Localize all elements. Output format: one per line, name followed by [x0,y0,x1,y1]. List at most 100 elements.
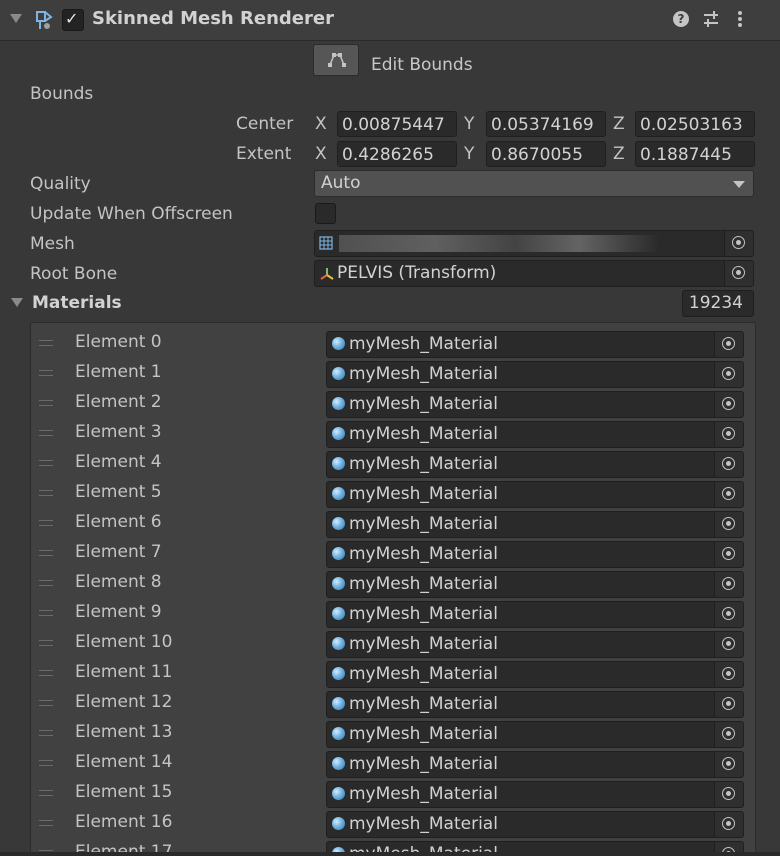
material-field[interactable]: myMesh_Material [326,391,744,418]
material-field[interactable]: myMesh_Material [326,751,744,778]
material-field[interactable]: myMesh_Material [326,361,744,388]
material-picker-button[interactable] [714,482,743,507]
material-picker-button[interactable] [714,542,743,567]
extent-x-field[interactable]: 0.4286265 [337,141,457,167]
context-menu-icon[interactable] [732,9,748,29]
material-element-label: Element 13 [75,722,173,742]
material-element-row[interactable]: Element 0 myMesh_Material [31,327,755,358]
help-icon[interactable]: ? [673,11,689,27]
drag-handle-icon[interactable] [39,520,53,526]
material-picker-button[interactable] [714,452,743,477]
drag-handle-icon[interactable] [39,460,53,466]
component-enabled-checkbox[interactable]: ✓ [62,9,84,31]
material-picker-button[interactable] [714,782,743,807]
drag-handle-icon[interactable] [39,670,53,676]
extent-z-field[interactable]: 0.1887445 [635,141,755,167]
material-picker-button[interactable] [714,632,743,657]
center-x-field[interactable]: 0.00875447 [337,111,457,137]
foldout-arrow-icon[interactable] [10,14,22,23]
inspector-panel: ✓ Skinned Mesh Renderer ? Edit Bounds Bo… [0,0,780,856]
material-field[interactable]: myMesh_Material [326,331,744,358]
material-element-row[interactable]: Element 4 myMesh_Material [31,447,755,478]
material-field[interactable]: myMesh_Material [326,631,744,658]
drag-handle-icon[interactable] [39,820,53,826]
material-element-row[interactable]: Element 6 myMesh_Material [31,507,755,538]
material-element-row[interactable]: Element 12 myMesh_Material [31,687,755,718]
material-picker-button[interactable] [714,752,743,777]
root-bone-field[interactable]: PELVIS (Transform) [314,260,754,287]
material-picker-button[interactable] [714,662,743,687]
material-element-row[interactable]: Element 14 myMesh_Material [31,747,755,778]
drag-handle-icon[interactable] [39,760,53,766]
material-field[interactable]: myMesh_Material [326,541,744,568]
object-picker-icon [722,637,735,650]
materials-foldout-icon[interactable] [11,298,23,307]
material-element-row[interactable]: Element 9 myMesh_Material [31,597,755,628]
drag-handle-icon[interactable] [39,640,53,646]
material-element-row[interactable]: Element 10 myMesh_Material [31,627,755,658]
material-field[interactable]: myMesh_Material [326,511,744,538]
material-icon [332,607,345,620]
bottom-scrollbar[interactable] [0,832,780,856]
drag-handle-icon[interactable] [39,550,53,556]
material-picker-button[interactable] [714,392,743,417]
material-element-label: Element 0 [75,332,162,352]
material-element-row[interactable]: Element 7 myMesh_Material [31,537,755,568]
quality-dropdown[interactable]: Auto [314,170,754,197]
material-field[interactable]: myMesh_Material [326,421,744,448]
material-element-label: Element 7 [75,542,162,562]
root-bone-picker-button[interactable] [724,261,753,286]
material-picker-button[interactable] [714,722,743,747]
material-icon [332,697,345,710]
material-icon [332,457,345,470]
drag-handle-icon[interactable] [39,490,53,496]
material-field[interactable]: myMesh_Material [326,451,744,478]
material-field[interactable]: myMesh_Material [326,721,744,748]
extent-y-axis-label: Y [464,144,475,164]
drag-handle-icon[interactable] [39,700,53,706]
material-picker-button[interactable] [714,422,743,447]
component-header[interactable]: ✓ Skinned Mesh Renderer ? [0,0,780,41]
drag-handle-icon[interactable] [39,430,53,436]
material-field[interactable]: myMesh_Material [326,781,744,808]
material-element-row[interactable]: Element 11 myMesh_Material [31,657,755,688]
material-field[interactable]: myMesh_Material [326,691,744,718]
presets-icon[interactable] [701,9,721,29]
material-element-row[interactable]: Element 1 myMesh_Material [31,357,755,388]
drag-handle-icon[interactable] [39,400,53,406]
drag-handle-icon[interactable] [39,580,53,586]
material-value: myMesh_Material [349,394,498,414]
material-element-row[interactable]: Element 13 myMesh_Material [31,717,755,748]
material-picker-button[interactable] [714,692,743,717]
drag-handle-icon[interactable] [39,790,53,796]
object-picker-icon [722,517,735,530]
drag-handle-icon[interactable] [39,610,53,616]
drag-handle-icon[interactable] [39,730,53,736]
material-field[interactable]: myMesh_Material [326,601,744,628]
update-when-offscreen-label: Update When Offscreen [30,204,233,224]
material-picker-button[interactable] [714,572,743,597]
edit-bounds-button[interactable] [313,44,359,76]
drag-handle-icon[interactable] [39,370,53,376]
material-picker-button[interactable] [714,332,743,357]
material-field[interactable]: myMesh_Material [326,661,744,688]
center-z-field[interactable]: 0.02503163 [635,111,755,137]
material-field[interactable]: myMesh_Material [326,481,744,508]
mesh-picker-button[interactable] [724,231,753,256]
drag-handle-icon[interactable] [39,340,53,346]
update-when-offscreen-checkbox[interactable] [315,203,336,224]
mesh-field[interactable] [314,230,754,257]
material-field[interactable]: myMesh_Material [326,571,744,598]
material-element-row[interactable]: Element 8 myMesh_Material [31,567,755,598]
material-element-row[interactable]: Element 5 myMesh_Material [31,477,755,508]
materials-count-field[interactable]: 19234 [682,290,754,317]
material-element-row[interactable]: Element 3 myMesh_Material [31,417,755,448]
material-picker-button[interactable] [714,362,743,387]
center-y-field[interactable]: 0.05374169 [486,111,606,137]
material-picker-button[interactable] [714,602,743,627]
material-picker-button[interactable] [714,512,743,537]
material-element-row[interactable]: Element 15 myMesh_Material [31,777,755,808]
materials-label[interactable]: Materials [32,293,122,313]
extent-y-field[interactable]: 0.8670055 [486,141,606,167]
material-element-row[interactable]: Element 2 myMesh_Material [31,387,755,418]
